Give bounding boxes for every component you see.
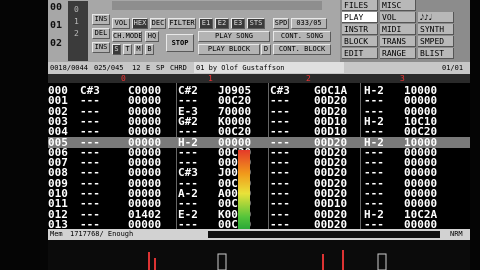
sp-s[interactable]: S [112,44,121,55]
tab-misc[interactable]: MISC [380,0,416,11]
cont-block-button[interactable]: CONT. BLOCK [273,44,331,55]
sub-counter: 025/045 [94,64,124,72]
sample-num-2: 2 [74,29,79,38]
tab-midi[interactable]: MIDI [380,24,416,35]
tab-blist[interactable]: BLIST [418,48,454,59]
dec-button[interactable]: DEC [150,18,166,29]
track-ruler: 0 1 2 3 [48,74,470,83]
sample-num-1: 1 [74,17,79,26]
e3-button[interactable]: E3 [231,18,245,29]
scroll-track[interactable] [208,231,440,238]
del-button[interactable]: DEL [92,28,110,39]
length-value: 02 [50,38,63,49]
mem-value: 1717768/ Enough [70,230,134,238]
tab-vol[interactable]: VOL [380,12,416,23]
flag-e[interactable]: E [146,62,150,74]
tab-panel: FILES MISC PLAY VOL INSTR MIDI BLOCK TRA… [340,0,470,62]
right-bezel [470,0,480,270]
ins-button-2[interactable]: INS [92,42,110,53]
tab-instr[interactable]: INSTR [342,24,378,35]
tab-files[interactable]: FILES [342,0,378,11]
tab-synth[interactable]: SYNTH [418,24,454,35]
slider-row[interactable] [112,1,322,10]
info-strip: 0018/0044 025/045 12 E SP CHRD 01 by Olo… [48,62,470,74]
tab-range[interactable]: RANGE [380,48,416,59]
tab-smped[interactable]: SMPED [418,36,454,47]
tab-notes-icon[interactable]: 𝅘𝅥𝅮♪𝅘𝅥 [418,12,454,23]
flag-chrd[interactable]: CHRD [170,62,187,74]
tab-play[interactable]: PLAY [342,12,378,23]
filter-button[interactable]: FILTER [168,18,196,29]
position-counter: 0018/0044 [50,64,88,72]
spd-label: SPD [273,18,289,29]
sample-name: 01 by Olof Gustaffson [196,64,285,72]
scope-display [48,240,470,270]
chmode-label: CH.MODE [112,31,142,42]
play-song-button[interactable]: PLAY SONG [198,31,270,42]
track-mark-3: 3 [400,74,405,83]
e1-button[interactable]: E1 [199,18,213,29]
mem-label: Mem [50,230,63,238]
pattern-editor[interactable]: 000 C#3 C0000 C#2 J0905 C#3 G0C1A H-2 10000 001 --… [48,83,470,230]
hex-button[interactable]: HEX [132,18,148,29]
sp-m[interactable]: M [134,44,143,55]
vol-label: VOL [112,18,130,29]
play-block-button[interactable]: PLAY BLOCK [198,44,260,55]
track-mark-1: 1 [208,74,213,83]
track-mark-2: 2 [306,74,311,83]
sample-num-0: 0 [74,5,79,14]
tracker-window: 00 01 02 0 1 2 INS DEL INS VOL HEX DEC F… [0,0,480,270]
sts-button[interactable]: STS [247,18,265,29]
sp-b[interactable]: B [145,44,154,55]
sample-number-column: 0 1 2 [68,1,88,61]
ins-button[interactable]: INS [92,14,110,25]
sp-t[interactable]: T [123,44,132,55]
pattern-value: 01 [50,20,63,31]
hq-button[interactable]: HQ [145,31,159,42]
status-bar: Mem 1717768/ Enough NRM [48,229,470,240]
play-block-value[interactable]: D [261,44,271,55]
e2-button[interactable]: E2 [215,18,229,29]
tab-edit[interactable]: EDIT [342,48,378,59]
mode-indicator: NRM [450,230,463,238]
left-bezel [0,0,48,270]
vu-meter [238,150,250,229]
scope-graph [148,250,387,270]
stop-button[interactable]: STOP [166,34,194,52]
tab-trans[interactable]: TRANS [380,36,416,47]
octave-value[interactable]: 12 [132,62,140,74]
position-value: 00 [50,2,63,13]
track-mark-0: 0 [121,74,126,83]
cont-song-button[interactable]: CONT. SONG [273,31,331,42]
tab-block[interactable]: BLOCK [342,36,378,47]
spd-value[interactable]: 033/05 [291,18,327,29]
block-counter: 01/01 [442,64,464,72]
flag-sp[interactable]: SP [156,62,164,74]
